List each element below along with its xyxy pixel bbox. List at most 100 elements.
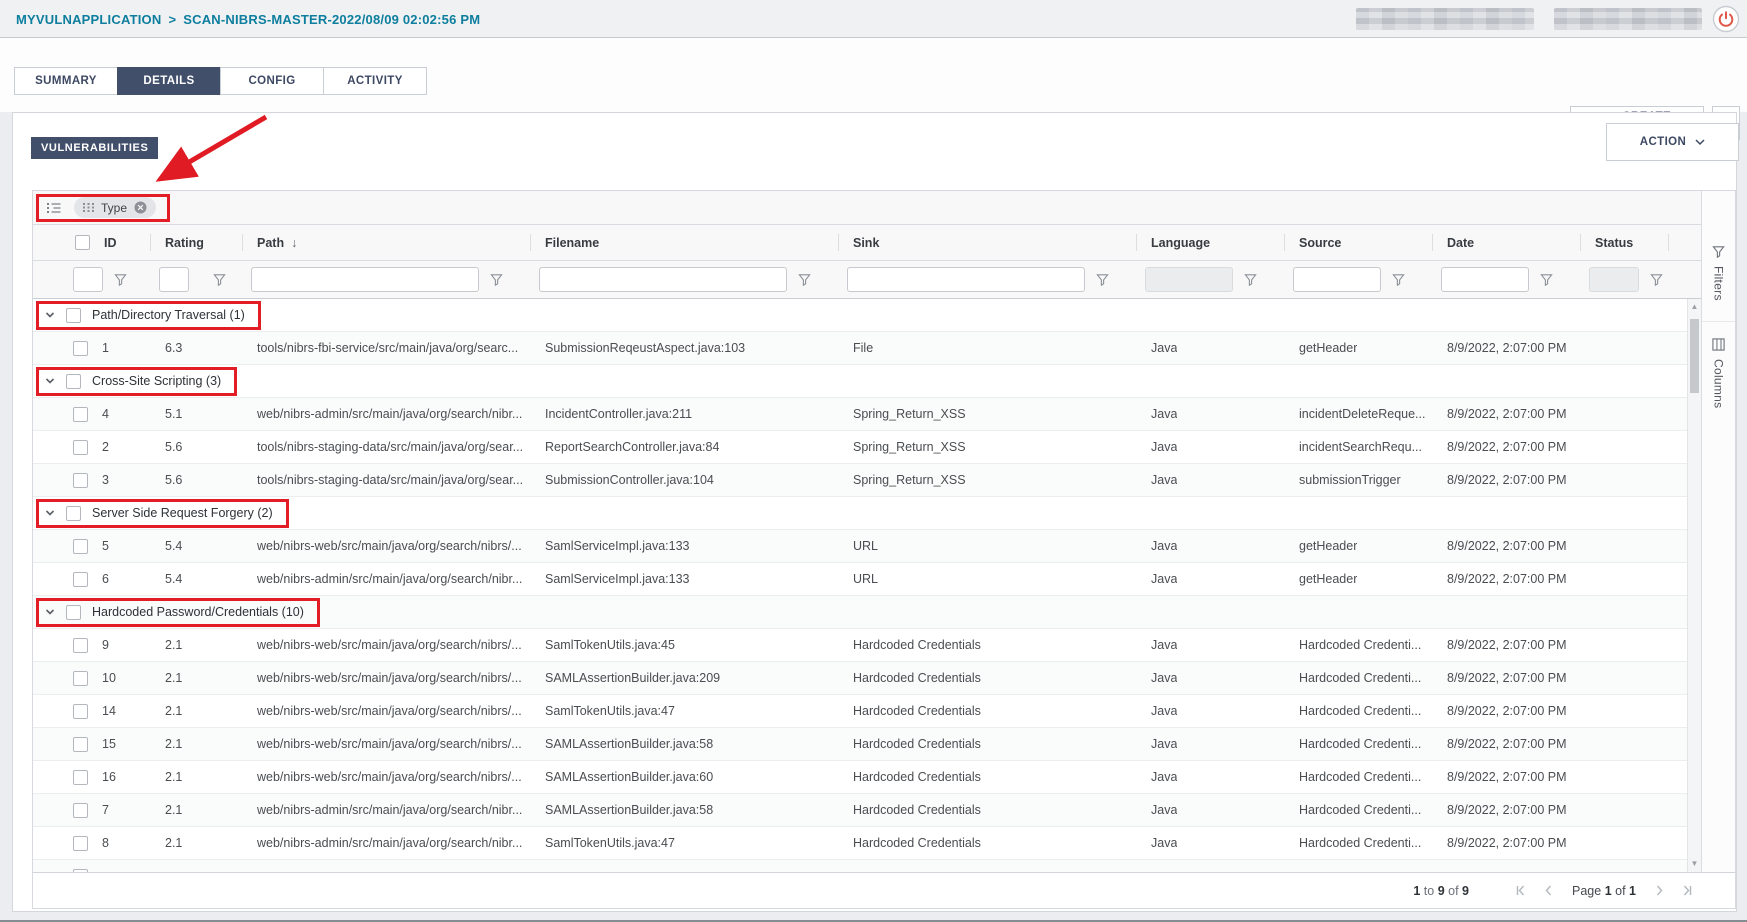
row-checkbox[interactable] — [73, 704, 88, 719]
table-row[interactable] — [33, 860, 1687, 872]
column-header-source[interactable]: Source — [1285, 225, 1433, 260]
table-row[interactable]: 35.6tools/nibrs-staging-data/src/main/ja… — [33, 464, 1687, 497]
filter-funnel-icon[interactable] — [114, 273, 127, 286]
cell-text-path: tools/nibrs-staging-data/src/main/java/o… — [257, 473, 523, 487]
scrollbar-thumb[interactable] — [1690, 319, 1699, 393]
cell-text-filename: SamlTokenUtils.java:45 — [545, 638, 675, 652]
cell-path: web/nibrs-web/src/main/java/org/search/n… — [243, 728, 531, 760]
group-by-toolbar: Type — [33, 191, 1701, 225]
cell-rating: 2.1 — [151, 761, 243, 793]
row-checkbox[interactable] — [73, 473, 88, 488]
select-all-checkbox[interactable] — [75, 235, 90, 250]
row-checkbox[interactable] — [73, 407, 88, 422]
row-checkbox[interactable] — [73, 737, 88, 752]
table-row[interactable]: 92.1web/nibrs-web/src/main/java/org/sear… — [33, 629, 1687, 662]
column-header-status[interactable]: Status — [1581, 225, 1669, 260]
group-chip-label: Type — [101, 201, 127, 215]
filter-funnel-icon[interactable] — [1244, 273, 1257, 286]
filter-funnel-icon[interactable] — [798, 273, 811, 286]
cell-status — [1581, 794, 1669, 826]
column-header-filename[interactable]: Filename — [531, 225, 839, 260]
filter-funnel-icon[interactable] — [490, 273, 503, 286]
table-row[interactable]: 16.3tools/nibrs-fbi-service/src/main/jav… — [33, 332, 1687, 365]
table-row[interactable]: 152.1web/nibrs-web/src/main/java/org/sea… — [33, 728, 1687, 761]
group-chip-type[interactable]: Type — [74, 197, 156, 218]
group-checkbox[interactable] — [66, 605, 81, 620]
filter-funnel-icon[interactable] — [1392, 273, 1405, 286]
filter-cell-filename — [531, 261, 839, 298]
group-checkbox[interactable] — [66, 506, 81, 521]
group-row[interactable]: Path/Directory Traversal (1) — [33, 299, 1687, 332]
row-checkbox[interactable] — [73, 803, 88, 818]
table-row[interactable]: 55.4web/nibrs-web/src/main/java/org/sear… — [33, 530, 1687, 563]
table-row[interactable]: 72.1web/nibrs-admin/src/main/java/org/se… — [33, 794, 1687, 827]
row-checkbox[interactable] — [73, 440, 88, 455]
table-row[interactable]: 82.1web/nibrs-admin/src/main/java/org/se… — [33, 827, 1687, 860]
filter-funnel-icon[interactable] — [213, 273, 226, 286]
tab-details[interactable]: DETAILS — [117, 67, 221, 95]
group-row[interactable]: Server Side Request Forgery (2) — [33, 497, 1687, 530]
cell-source: submissionTrigger — [1285, 464, 1433, 496]
group-expand-chevron[interactable] — [45, 607, 55, 617]
vertical-scrollbar[interactable]: ▲ ▼ — [1687, 299, 1701, 872]
column-header-sink[interactable]: Sink — [839, 225, 1137, 260]
filter-funnel-icon[interactable] — [1096, 273, 1109, 286]
scroll-up-icon[interactable]: ▲ — [1688, 302, 1701, 312]
row-checkbox[interactable] — [73, 638, 88, 653]
group-row[interactable]: Hardcoded Password/Credentials (10) — [33, 596, 1687, 629]
row-checkbox[interactable] — [73, 836, 88, 851]
row-checkbox[interactable] — [73, 572, 88, 587]
column-header-path[interactable]: Path↓ — [243, 225, 531, 260]
breadcrumb-app[interactable]: MYVULNAPPLICATION — [16, 12, 161, 27]
sidebar-tab-filters[interactable]: Filters — [1702, 235, 1735, 311]
filter-input-date[interactable] — [1441, 267, 1529, 292]
group-row[interactable]: Cross-Site Scripting (3) — [33, 365, 1687, 398]
action-button[interactable]: ACTION — [1606, 123, 1739, 161]
row-checkbox[interactable] — [73, 671, 88, 686]
chip-close-icon[interactable] — [134, 201, 147, 214]
table-row[interactable]: 142.1web/nibrs-web/src/main/java/org/sea… — [33, 695, 1687, 728]
table-row[interactable]: 25.6tools/nibrs-staging-data/src/main/ja… — [33, 431, 1687, 464]
prev-page-icon[interactable] — [1544, 885, 1553, 896]
row-checkbox[interactable] — [73, 341, 88, 356]
group-expand-chevron[interactable] — [45, 310, 55, 320]
tab-activity[interactable]: ACTIVITY — [323, 67, 427, 95]
tab-summary[interactable]: SUMMARY — [14, 67, 118, 95]
group-expand-chevron[interactable] — [45, 508, 55, 518]
table-row[interactable]: 65.4web/nibrs-admin/src/main/java/org/se… — [33, 563, 1687, 596]
first-page-icon[interactable] — [1515, 885, 1527, 896]
row-checkbox[interactable] — [73, 539, 88, 554]
table-row[interactable]: 45.1web/nibrs-admin/src/main/java/org/se… — [33, 398, 1687, 431]
breadcrumb[interactable]: MYVULNAPPLICATION > SCAN-NIBRS-MASTER-20… — [16, 0, 480, 38]
group-checkbox[interactable] — [66, 308, 81, 323]
page-label: Page 1 of 1 — [1572, 884, 1636, 898]
sidebar-tab-columns[interactable]: Columns — [1702, 321, 1735, 418]
next-page-icon[interactable] — [1655, 885, 1664, 896]
cell-sink: Spring_Return_XSS — [839, 398, 1137, 430]
filter-input-source[interactable] — [1293, 267, 1381, 292]
cell-text-id: 1 — [102, 341, 109, 355]
filter-input-rating[interactable] — [159, 267, 189, 292]
cell-id: 16 — [33, 761, 151, 793]
filter-funnel-icon[interactable] — [1650, 273, 1663, 286]
filter-input-path[interactable] — [251, 267, 479, 292]
scroll-down-icon[interactable]: ▼ — [1688, 859, 1701, 869]
table-row[interactable]: 102.1web/nibrs-web/src/main/java/org/sea… — [33, 662, 1687, 695]
column-header-language[interactable]: Language — [1137, 225, 1285, 260]
filter-input-id[interactable] — [73, 267, 103, 292]
row-checkbox[interactable] — [73, 770, 88, 785]
logout-power-button[interactable] — [1712, 5, 1740, 33]
table-row[interactable]: 162.1web/nibrs-web/src/main/java/org/sea… — [33, 761, 1687, 794]
column-header-id[interactable]: ID — [33, 225, 151, 260]
filter-funnel-icon[interactable] — [1540, 273, 1553, 286]
column-label-filename: Filename — [545, 236, 599, 250]
group-checkbox[interactable] — [66, 374, 81, 389]
tab-config[interactable]: CONFIG — [220, 67, 324, 95]
header-zone: SUMMARYDETAILSCONFIGACTIVITY Scan Status… — [0, 38, 1747, 112]
filter-input-filename[interactable] — [539, 267, 787, 292]
column-header-rating[interactable]: Rating — [151, 225, 243, 260]
filter-input-sink[interactable] — [847, 267, 1085, 292]
last-page-icon[interactable] — [1681, 885, 1693, 896]
column-header-date[interactable]: Date — [1433, 225, 1581, 260]
group-expand-chevron[interactable] — [45, 376, 55, 386]
